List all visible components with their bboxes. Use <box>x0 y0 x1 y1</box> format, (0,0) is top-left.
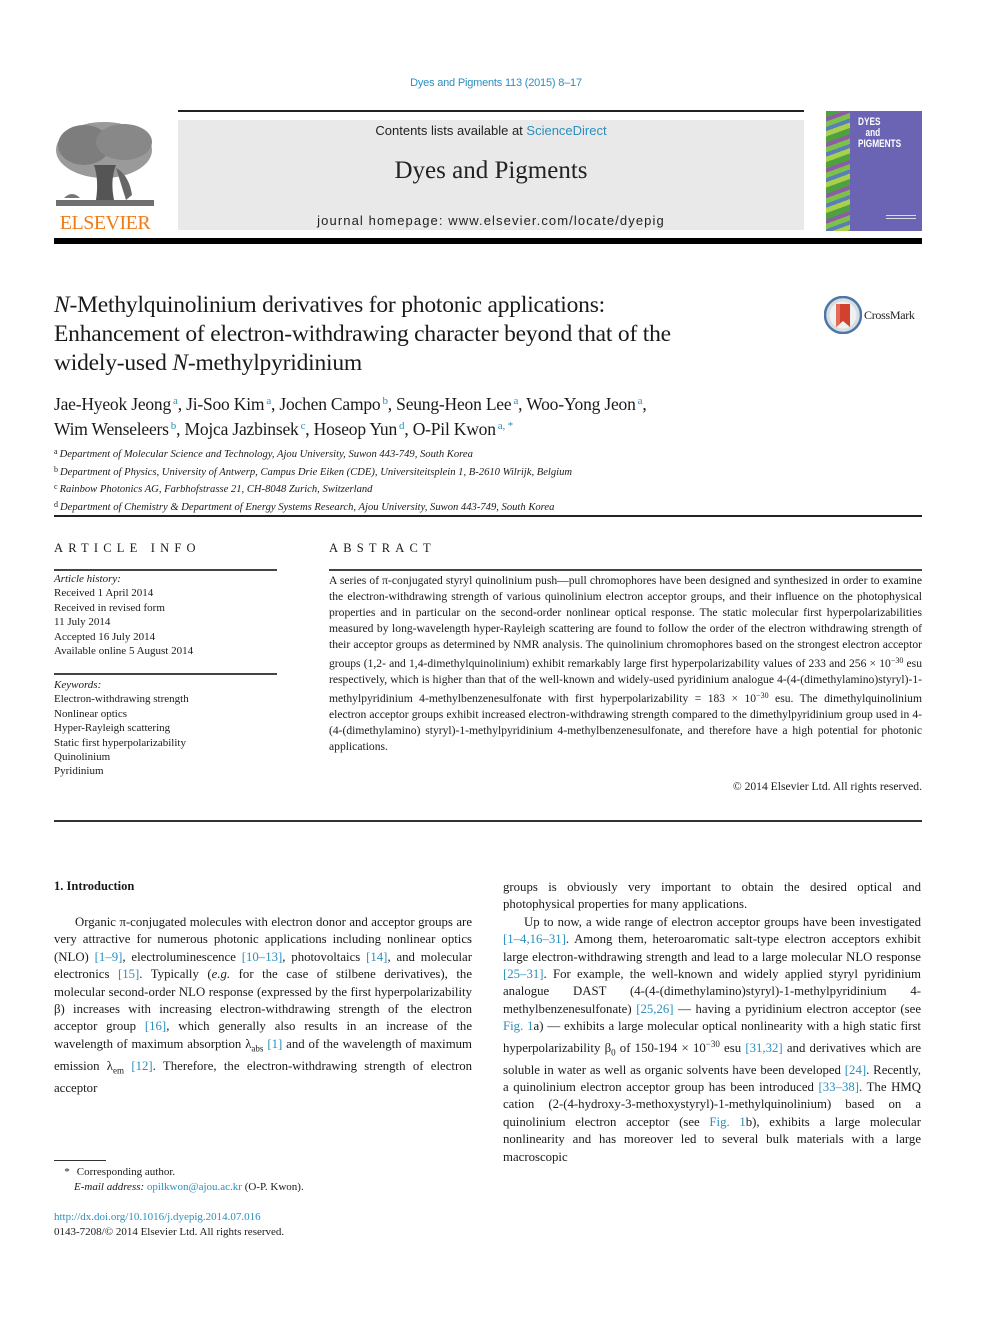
header-thick-rule <box>54 238 922 244</box>
author[interactable]: Jae-Hyeok Jeong a <box>54 394 178 414</box>
affiliation: c Rainbow Photonics AG, Farbhofstrasse 21… <box>54 482 373 495</box>
reference-link[interactable]: [12] <box>131 1059 152 1073</box>
history-heading: Article history: <box>54 573 121 585</box>
article-title: N-Methylquinolinium derivatives for phot… <box>54 291 814 378</box>
journal-cover-image[interactable]: DYES and PIGMENTS <box>826 111 922 231</box>
email-suffix: (O-P. Kwon). <box>241 1181 304 1193</box>
footnote-rule <box>54 1160 106 1161</box>
title-italic: N <box>172 350 188 376</box>
reference-link[interactable]: [31,32] <box>745 1041 782 1055</box>
crossmark-button[interactable]: CrossMark <box>823 295 924 335</box>
reference-link[interactable]: [1] <box>267 1037 282 1051</box>
footnote-marker: * <box>64 1166 70 1178</box>
crossmark-icon <box>823 295 863 335</box>
affiliation: b Department of Physics, University of An… <box>54 464 573 478</box>
body-column-right: groups is obviously very important to ob… <box>503 879 921 1166</box>
abstract-text: A series of π-conjugated styryl quinolin… <box>329 574 923 753</box>
author[interactable]: Woo-Yong Jeon a <box>526 394 642 414</box>
article-info-rule <box>54 569 277 571</box>
reference-link[interactable]: [1–9] <box>95 950 123 964</box>
reference-link[interactable]: [16] <box>145 1019 166 1033</box>
email-link[interactable]: opilkwon@ajou.ac.kr <box>147 1181 242 1193</box>
paragraph: Organic π-conjugated molecules with elec… <box>54 915 473 1095</box>
elsevier-wordmark: ELSEVIER <box>59 212 151 234</box>
cover-art-strip <box>826 111 850 231</box>
affiliation: d Department of Chemistry & Department of… <box>54 499 555 513</box>
corresponding-author-footnote: * Corresponding author. E-mail address: … <box>54 1165 474 1195</box>
author[interactable]: O-Pil Kwon a, * <box>413 419 513 439</box>
author[interactable]: Seung-Heon Lee a <box>396 394 518 414</box>
cover-title: DYES and PIGMENTS <box>858 117 903 150</box>
crossmark-label: CrossMark <box>864 308 915 322</box>
keyword: Static first hyperpolarizability <box>54 736 186 749</box>
journal-citation-link[interactable]: Dyes and Pigments 113 (2015) 8–17 <box>0 77 992 89</box>
article-info-heading: ARTICLE INFO <box>54 541 201 555</box>
author[interactable]: Wim Wenseleers b <box>54 419 176 439</box>
reference-link[interactable]: [24] <box>845 1063 866 1077</box>
journal-homepage-link[interactable]: journal homepage: www.elsevier.com/locat… <box>178 213 804 228</box>
paragraph: Up to now, a wide range of electron acce… <box>503 914 922 1164</box>
affiliation-list: a Department of Molecular Science and Tec… <box>54 445 854 515</box>
abstract-heading: ABSTRACT <box>329 541 436 555</box>
keyword: Hyper-Rayleigh scattering <box>54 722 171 735</box>
body-column-left: Organic π-conjugated molecules with elec… <box>54 914 472 1097</box>
reference-link[interactable]: [25,26] <box>636 1002 673 1016</box>
journal-name: Dyes and Pigments <box>394 157 588 184</box>
doi-link[interactable]: http://dx.doi.org/10.1016/j.dyepig.2014.… <box>54 1210 261 1225</box>
figure-link[interactable]: Fig. 1 <box>709 1115 745 1129</box>
author[interactable]: Jochen Campo b <box>279 394 388 414</box>
front-matter-end-rule <box>54 820 922 822</box>
keyword: Pyridinium <box>54 765 104 778</box>
author[interactable]: Hoseop Yun d <box>314 419 405 439</box>
journal-banner: Contents lists available at ScienceDirec… <box>178 120 804 230</box>
issn-copyright: 0143-7208/© 2014 Elsevier Ltd. All right… <box>54 1226 285 1238</box>
title-italic: N <box>54 292 70 318</box>
author[interactable]: Mojca Jazbinsek c <box>184 419 305 439</box>
contents-line: Contents lists available at ScienceDirec… <box>178 123 804 138</box>
section-heading-introduction: 1. Introduction <box>54 879 135 893</box>
abstract-rule <box>329 569 922 571</box>
cover-publisher-mark <box>886 215 916 223</box>
elsevier-tree-icon <box>54 120 156 212</box>
title-line-1: -Methylquinolinium derivatives for photo… <box>69 292 606 318</box>
author[interactable]: Ji-Soo Kim a <box>186 394 271 414</box>
email-label: E-mail address: <box>74 1181 147 1193</box>
keyword: Nonlinear optics <box>54 707 128 720</box>
corresponding-label: Corresponding author. <box>76 1166 176 1178</box>
keywords-heading: Keywords: <box>54 679 102 691</box>
affiliation: a Department of Molecular Science and Tec… <box>54 447 473 460</box>
reference-link[interactable]: [15] <box>118 967 139 981</box>
figure-link[interactable]: Fig. 1 <box>503 1019 534 1033</box>
paragraph: groups is obviously very important to ob… <box>503 880 921 912</box>
reference-link[interactable]: [33–38] <box>819 1080 860 1094</box>
author-list: Jae-Hyeok Jeong a, Ji-Soo Kim a, Jochen Ca… <box>54 394 647 439</box>
keyword: Quinolinium <box>54 751 111 764</box>
history-item: Accepted 16 July 2014 <box>54 630 156 643</box>
cover-title-line: PIGMENTS <box>858 138 902 150</box>
title-line-3: widely-used <box>54 350 173 376</box>
article-history: Article history: Received 1 April 2014 R… <box>54 572 277 658</box>
keywords: Keywords: Electron-withdrawing strength … <box>54 678 277 779</box>
title-line-3-rest: -methylpyridinium <box>187 350 362 376</box>
affiliation-marker[interactable]: a, * <box>498 420 513 432</box>
history-item: Received in revised form <box>54 601 165 614</box>
reference-link[interactable]: [25–31] <box>503 967 544 981</box>
history-item: 11 July 2014 <box>54 616 111 629</box>
keywords-rule <box>54 673 277 675</box>
contents-prefix: Contents lists available at <box>375 123 527 138</box>
title-line-2: Enhancement of electron-withdrawing char… <box>54 321 671 347</box>
elsevier-logo[interactable]: ELSEVIER <box>54 120 156 234</box>
history-item: Available online 5 August 2014 <box>54 645 194 658</box>
sciencedirect-link[interactable]: ScienceDirect <box>526 123 606 138</box>
header-rule <box>178 110 804 112</box>
history-item: Received 1 April 2014 <box>54 587 154 600</box>
reference-link[interactable]: [1–4,16–31] <box>503 932 566 946</box>
section-divider <box>54 515 922 517</box>
abstract-copyright: © 2014 Elsevier Ltd. All rights reserved… <box>732 780 922 793</box>
keyword: Electron-withdrawing strength <box>54 693 189 706</box>
reference-link[interactable]: [10–13] <box>242 950 283 964</box>
reference-link[interactable]: [14] <box>366 950 387 964</box>
